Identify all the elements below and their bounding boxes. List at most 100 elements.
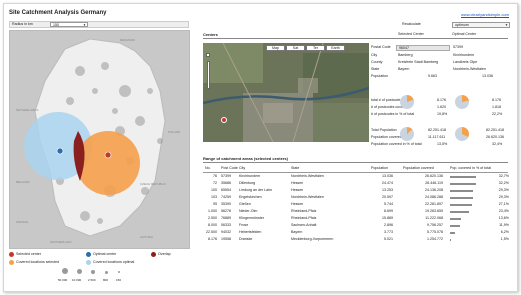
radius-bar bbox=[9, 21, 189, 28]
row-label: County bbox=[371, 60, 383, 64]
row-value-optimal: 57399 bbox=[453, 45, 463, 49]
satellite-image bbox=[203, 43, 369, 142]
postcode-input[interactable]: 96047 bbox=[396, 44, 450, 51]
stat-optimal: 8.176 bbox=[492, 98, 501, 102]
cell-no: 2.500 bbox=[208, 216, 217, 220]
chevron-down-icon: ▼ bbox=[83, 22, 86, 27]
radius-label: Radius in km bbox=[12, 22, 33, 26]
scale-label: 800 bbox=[103, 278, 109, 282]
row-value-selected: Bamberg bbox=[398, 53, 413, 57]
cell-state: Hessen bbox=[291, 188, 304, 192]
legend-selected: Selected center bbox=[16, 252, 41, 256]
cell-pct: 27,1% bbox=[498, 202, 509, 206]
cell-pct: 32,7% bbox=[498, 174, 509, 178]
table-row[interactable]: 1.000 56276 Nieder-Olm Rheinland-Pfalz 8.699… bbox=[203, 209, 509, 216]
row-value-optimal: 13.036 bbox=[482, 74, 493, 78]
cell-city: Limburg an der Lahn bbox=[239, 188, 273, 192]
chevron-down-icon: ▼ bbox=[505, 23, 508, 27]
table-row[interactable]: 2.500 76889 Klingenmünster Rheinland-Pfalz 1… bbox=[203, 216, 509, 223]
table-row[interactable]: 8.176 19558 Dranske Mecklenburg-Vorpommern 5… bbox=[203, 237, 509, 244]
table-row[interactable]: 76 57399 Kirchhundem Nordrhein-Westfalen 13.… bbox=[203, 174, 509, 181]
radius-value: 150 bbox=[53, 22, 59, 27]
divider bbox=[203, 38, 508, 39]
pie-postcodes-selected bbox=[400, 95, 414, 109]
stat-label: total # of postcodes bbox=[371, 98, 403, 102]
th-covered: Population covered bbox=[403, 166, 434, 170]
ter-button[interactable]: Ter bbox=[306, 45, 325, 51]
cell-cov: 11.222.068 bbox=[425, 216, 443, 220]
optimal-center-marker bbox=[56, 147, 64, 155]
stat-optimal: 22,2% bbox=[492, 112, 503, 116]
cell-no: 103 bbox=[211, 195, 217, 199]
stat-selected: 82.251.418 bbox=[428, 128, 446, 132]
stat-selected: 8.176 bbox=[437, 98, 446, 102]
stat-selected: 19,8% bbox=[437, 112, 448, 116]
recalc-select[interactable]: optimum ▼ bbox=[452, 22, 510, 28]
stat-optimal: 26.620.136 bbox=[486, 135, 504, 139]
scale-label: 50 000 bbox=[58, 278, 68, 282]
earth-button[interactable]: Earth bbox=[326, 45, 345, 51]
stat-selected: 1.620 bbox=[437, 105, 446, 109]
th-city: City bbox=[239, 166, 246, 170]
stat-label: Population covered in % of total bbox=[371, 142, 422, 146]
zoom-slider[interactable] bbox=[207, 61, 210, 89]
cell-no: 1.000 bbox=[208, 209, 217, 213]
cell-pct: 29,3% bbox=[498, 188, 509, 192]
optimal-center-icon bbox=[86, 252, 91, 257]
cell-no: 72 bbox=[213, 181, 217, 185]
germany-map[interactable]: DENMARK NETHERLANDS BELGIUM POLAND CZECH… bbox=[9, 30, 190, 249]
table-row[interactable]: 72 35686 Dillenburg Hessen 24.474 26.446.119 3… bbox=[203, 181, 509, 188]
col-selected-header: Selected Center bbox=[398, 32, 424, 36]
pan-control[interactable] bbox=[206, 53, 210, 57]
radius-select[interactable]: 150 ▼ bbox=[50, 22, 88, 27]
cell-state: Hessen bbox=[291, 181, 304, 185]
scale-dot bbox=[62, 268, 68, 274]
sat-button[interactable]: Sat bbox=[286, 45, 305, 51]
table-row[interactable]: 8.000 06333 Frose Sachsen-Anhalt 2.896 9.756.… bbox=[203, 223, 509, 230]
site-link[interactable]: www.clearlyandsimple.com bbox=[461, 13, 509, 17]
cell-cov: 24.136.208 bbox=[425, 188, 443, 192]
row-label: Postal Code bbox=[371, 45, 391, 49]
map-button[interactable]: Map bbox=[266, 45, 285, 51]
th-population: Population bbox=[371, 166, 388, 170]
col-optimal-header: Optimal Center bbox=[452, 32, 477, 36]
stat-label: Total Population bbox=[371, 128, 397, 132]
cell-city: Nieder-Olm bbox=[239, 209, 258, 213]
pct-bar bbox=[450, 203, 472, 207]
pct-bar bbox=[450, 224, 460, 228]
table-row[interactable]: 22.500 94032 Hebertsfelden Bayern 3.773 5.775… bbox=[203, 230, 509, 237]
selected-center-marker bbox=[104, 151, 112, 159]
cell-pct: 32,2% bbox=[498, 181, 509, 185]
cell-no: 8.000 bbox=[208, 223, 217, 227]
scale-dot bbox=[91, 270, 95, 274]
scale-label: 2 500 bbox=[88, 278, 96, 282]
cell-city: Engelskirchen bbox=[239, 195, 262, 199]
cell-cov: 24.086.288 bbox=[425, 195, 443, 199]
pie-postcodes-optimal bbox=[455, 95, 469, 109]
map-label: NETHERLANDS bbox=[16, 108, 39, 112]
table-row[interactable]: 100 65554 Limburg an der Lahn Hessen 13.253 2… bbox=[203, 188, 509, 195]
cell-pop: 5.744 bbox=[384, 202, 393, 206]
center-marker[interactable] bbox=[221, 117, 227, 123]
cell-state: Nordrhein-Westfalen bbox=[291, 174, 324, 178]
population-scale bbox=[60, 268, 130, 278]
table-row[interactable]: 103 74259 Engelskirchen Nordrhein-Westfalen… bbox=[203, 195, 509, 202]
table-row[interactable]: 95 35390 Gießen Hessen 5.744 22.281.897 27,1% bbox=[203, 202, 509, 209]
cell-no: 76 bbox=[213, 174, 217, 178]
cell-pct: 13,6% bbox=[498, 216, 509, 220]
map-label: CZECH REPUBLIC bbox=[140, 182, 167, 186]
cell-cov: 9.756.257 bbox=[427, 223, 443, 227]
legend-covered-selected: Covered locations selected bbox=[16, 260, 60, 264]
cell-pct: 6,2% bbox=[500, 230, 509, 234]
cell-cov: 1.254.772 bbox=[427, 237, 443, 241]
cell-city: Dillenburg bbox=[239, 181, 256, 185]
row-label: State bbox=[371, 67, 380, 71]
legend-overlap: Overlap bbox=[158, 252, 171, 256]
cell-state: Rheinland-Pfalz bbox=[291, 209, 317, 213]
cell-cov: 22.281.897 bbox=[425, 202, 443, 206]
stat-optimal: 1.818 bbox=[492, 105, 501, 109]
satellite-map[interactable] bbox=[203, 43, 369, 142]
cell-no: 8.176 bbox=[208, 237, 217, 241]
pct-bar bbox=[450, 238, 452, 242]
cell-pop: 5.021 bbox=[384, 237, 393, 241]
